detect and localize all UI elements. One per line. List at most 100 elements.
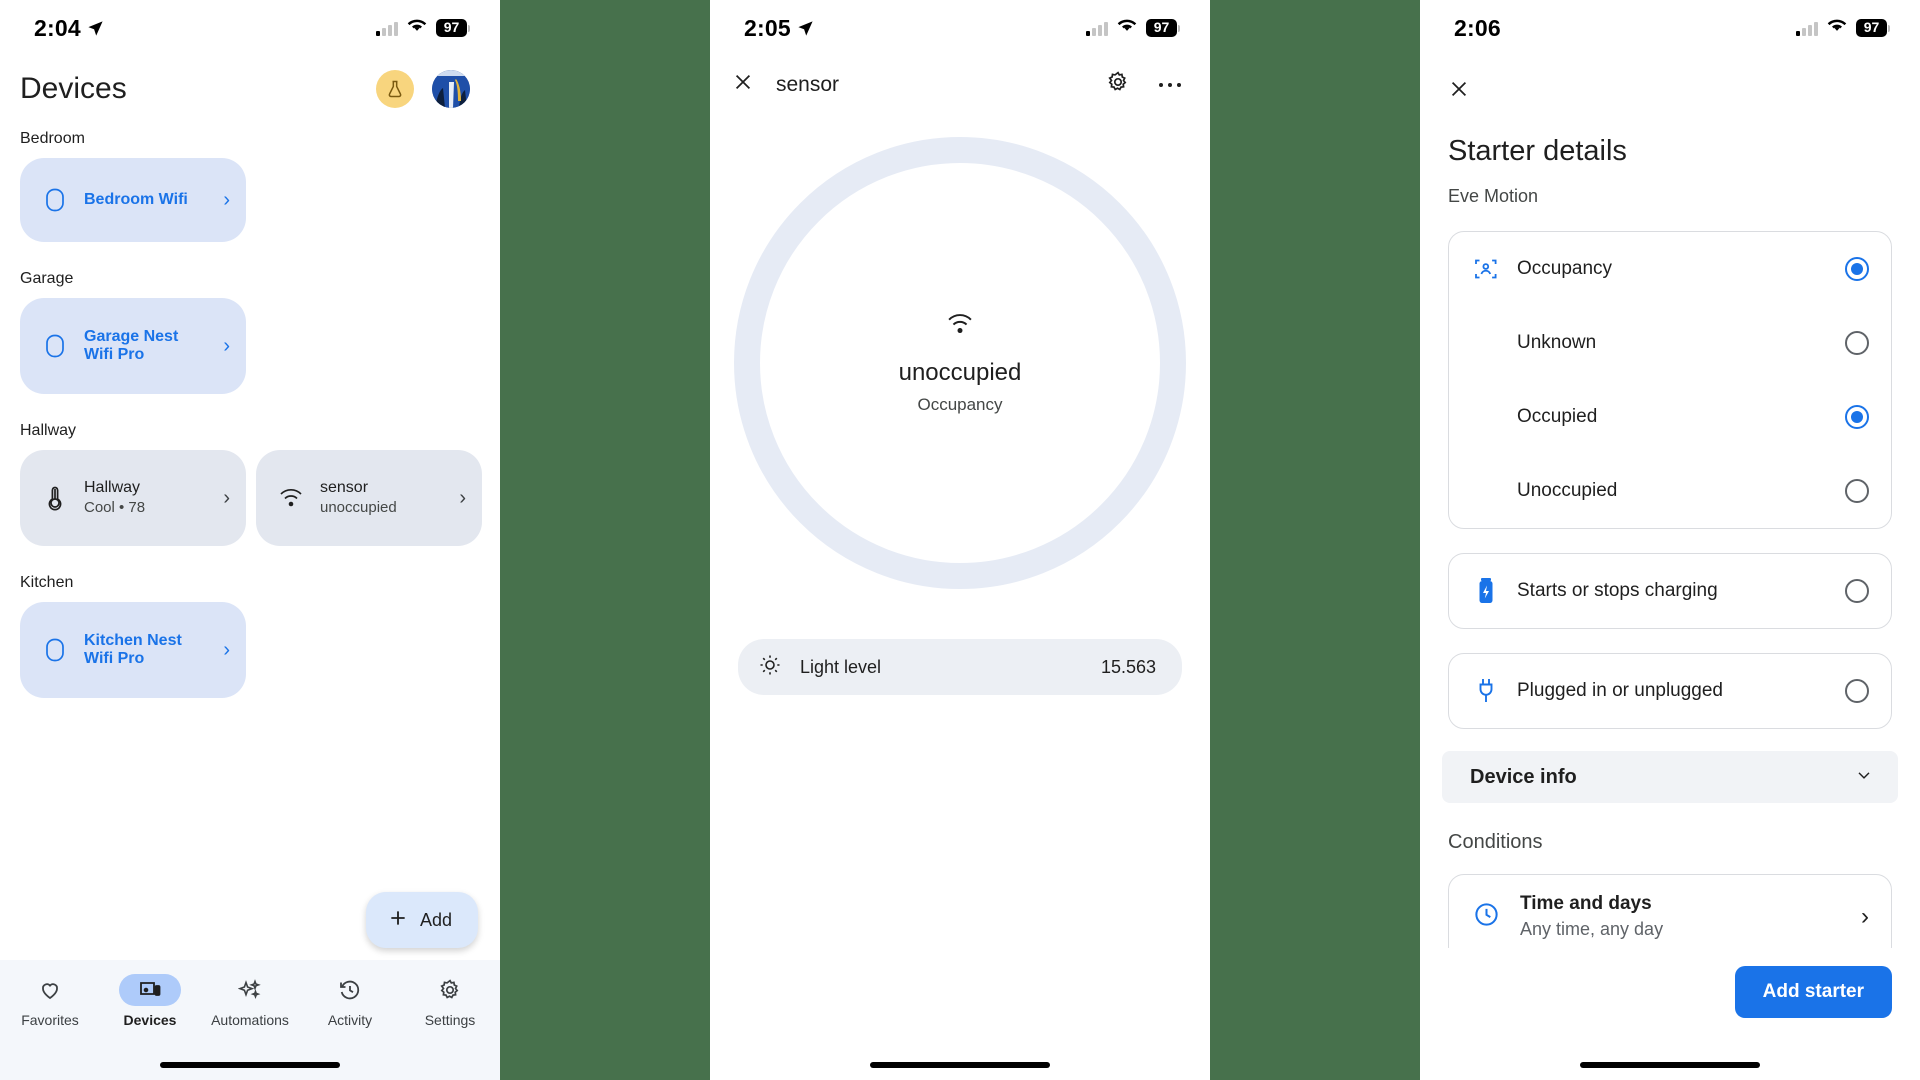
history-icon [319,974,381,1006]
trigger-label: Starts or stops charging [1517,580,1718,601]
status-time: 2:06 [1454,14,1501,41]
conditions-heading: Conditions [1448,831,1543,853]
starter-topbar [1420,56,1920,105]
radio-unoccupied[interactable] [1845,479,1869,503]
nav-item-automations[interactable]: Automations [207,974,293,1028]
status-bar-left: 2:04 [34,15,104,42]
status-bar: 2:04 97 [0,0,500,56]
nav-item-settings[interactable]: Settings [407,974,493,1028]
occupancy-state: unoccupied [898,358,1022,386]
gear-icon[interactable] [1106,70,1130,99]
device-card-kitchen-nest-wifi-pro[interactable]: Kitchen Nest Wifi Pro › [20,602,246,698]
screenshot-stage: 2:04 97 Devices Bedroom Bedroom Wifi › G… [0,0,1920,1080]
device-status: Cool • 78 [84,499,146,517]
trigger-row-charging[interactable]: Starts or stops charging [1449,554,1891,628]
motion-sensor-icon [278,487,304,509]
device-status: unoccupied [320,499,397,517]
room-label: Bedroom [20,130,85,147]
device-info-accordion[interactable]: Device info [1442,751,1898,803]
trigger-label: Unknown [1517,332,1597,353]
devices-header: Devices [0,56,500,108]
devices-screen: 2:04 97 Devices Bedroom Bedroom Wifi › G… [0,0,500,1080]
radio-occupancy[interactable] [1845,257,1869,281]
starter-footer: Add starter [1420,948,1920,1080]
thermostat-icon [42,485,68,511]
close-icon[interactable] [732,71,754,98]
battery-indicator: 97 [436,19,470,37]
more-options-icon[interactable] [1158,76,1182,94]
condition-subtitle: Any time, any day [1520,919,1664,939]
plugged-trigger-card: Plugged in or unplugged [1448,653,1892,729]
nav-label: Automations [211,1012,289,1028]
add-button[interactable]: Add [365,892,478,948]
add-button-label: Add [419,909,452,930]
trigger-row-occupied[interactable]: Occupied [1449,380,1891,454]
trigger-row-plugged[interactable]: Plugged in or unplugged [1449,654,1891,728]
nav-item-favorites[interactable]: Favorites [7,974,93,1028]
radio-unknown[interactable] [1845,331,1869,355]
trigger-row-occupancy[interactable]: Occupancy [1449,232,1891,306]
radio-plugged[interactable] [1845,679,1869,703]
charging-trigger-card: Starts or stops charging [1448,553,1892,629]
nav-label: Devices [123,1012,177,1028]
chevron-right-icon: › [459,487,466,509]
device-name: Kitchen Nest Wifi Pro [84,631,182,667]
chevron-right-icon: › [223,487,230,509]
light-level-card[interactable]: Light level 15.563 [738,639,1182,695]
page-title: Devices [20,72,127,105]
device-name-label: Eve Motion [1448,186,1539,206]
room-group-garage: Garage Garage Nest Wifi Pro › [20,270,480,394]
device-card-garage-nest-wifi-pro[interactable]: Garage Nest Wifi Pro › [20,298,246,394]
occupancy-sensor-icon [1473,256,1499,282]
room-group-hallway: Hallway Hallway Cool • 78 › sensor unocc… [20,422,482,546]
device-name: Hallway [84,478,141,496]
chevron-right-icon: › [223,335,230,357]
wifi-point-icon [42,187,68,213]
status-bar-right: 97 [376,18,470,38]
device-card-hallway[interactable]: Hallway Cool • 78 › [20,450,246,546]
page-title: Starter details [1448,135,1627,167]
wifi-icon [407,18,427,38]
wifi-point-icon [42,637,68,663]
chevron-right-icon: › [223,189,230,211]
device-card-sensor[interactable]: sensor unoccupied › [256,450,482,546]
occupancy-dial[interactable]: unoccupied Occupancy [734,137,1186,589]
status-time: 2:05 [744,14,791,41]
room-label: Hallway [20,422,77,439]
brightness-icon [758,653,782,682]
device-name: Garage Nest Wifi Pro [84,327,179,363]
sparkles-icon [219,974,281,1006]
device-card-bedroom-wifi[interactable]: Bedroom Wifi › [20,158,246,242]
nav-item-devices[interactable]: Devices [107,974,193,1028]
home-indicator [1580,1062,1760,1068]
radio-charging[interactable] [1845,579,1869,603]
status-bar: 2:06 97 [1420,0,1920,56]
trigger-label: Unoccupied [1517,480,1618,501]
nav-label: Activity [327,1012,373,1028]
radio-occupied[interactable] [1845,405,1869,429]
nav-item-activity[interactable]: Activity [307,974,393,1028]
cellular-bars-icon [1796,21,1818,36]
home-indicator [870,1062,1050,1068]
room-group-bedroom: Bedroom Bedroom Wifi › [20,130,480,242]
status-bar-right: 97 [1796,18,1890,38]
room-group-kitchen: Kitchen Kitchen Nest Wifi Pro › [20,574,480,698]
battery-indicator: 97 [1146,19,1180,37]
trigger-row-unknown[interactable]: Unknown [1449,306,1891,380]
wifi-icon [1827,18,1847,38]
trigger-label: Occupied [1517,406,1598,427]
motion-sensor-icon [945,312,975,341]
battery-percent: 97 [1146,19,1177,37]
location-arrow-icon [87,20,104,37]
trigger-row-unoccupied[interactable]: Unoccupied [1449,454,1891,528]
close-icon[interactable] [1448,81,1470,104]
add-starter-button[interactable]: Add starter [1734,966,1892,1018]
gear-icon [419,974,481,1006]
clock-icon [1473,901,1500,933]
condition-title: Time and days [1520,893,1652,914]
bottom-navigation: Favorites Devices Automations Activity S… [0,960,500,1080]
occupancy-dial-wrapper: unoccupied Occupancy [710,137,1210,589]
flask-icon[interactable] [376,70,414,108]
avatar[interactable] [432,70,470,108]
cellular-bars-icon [376,21,398,36]
